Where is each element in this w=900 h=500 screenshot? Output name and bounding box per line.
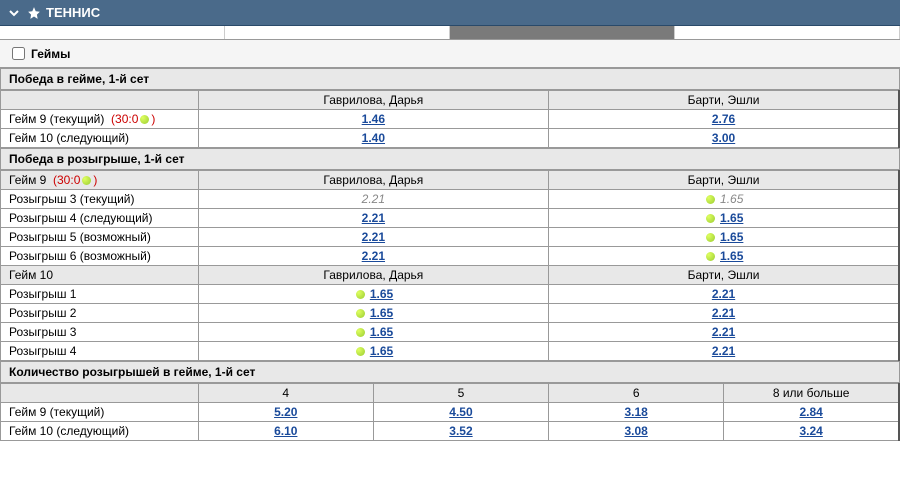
group-header: Гейм 10: [1, 266, 199, 285]
table-header-row: Гейм 9 (30:0) Гаврилова, Дарья Барти, Эш…: [1, 171, 900, 190]
odd-cell[interactable]: 1.65: [198, 304, 548, 323]
col-header: 5: [373, 384, 548, 403]
odd-cell[interactable]: 1.65: [549, 209, 899, 228]
odd-cell[interactable]: 1.46: [198, 110, 548, 129]
tab-2[interactable]: [225, 26, 450, 39]
table-row: Гейм 10 (следующий) 1.40 3.00: [1, 129, 900, 148]
sport-header-bar: ТЕННИС: [0, 0, 900, 26]
odd-cell[interactable]: 3.24: [724, 422, 899, 441]
table-header-row: 4 5 6 8 или больше: [1, 384, 900, 403]
odd-cell[interactable]: 3.52: [373, 422, 548, 441]
tennis-ball-icon: [356, 347, 365, 356]
group-header: Гейм 9 (30:0): [1, 171, 199, 190]
market1-title: Победа в гейме, 1-й сет: [0, 68, 900, 90]
odd-cell[interactable]: 4.50: [373, 403, 548, 422]
odd-cell[interactable]: 2.21: [198, 247, 548, 266]
category-label: Геймы: [31, 47, 70, 61]
odd-cell-locked: 2.21: [198, 190, 548, 209]
odd-cell[interactable]: 2.21: [549, 304, 899, 323]
chevron-down-icon[interactable]: [6, 5, 22, 21]
sport-title: ТЕННИС: [46, 5, 100, 20]
player1-header: Гаврилова, Дарья: [198, 171, 548, 190]
col-header: 6: [549, 384, 724, 403]
tab-3[interactable]: [450, 26, 675, 39]
table-row: Розыгрыш 3 1.65 2.21: [1, 323, 900, 342]
category-checkbox[interactable]: [12, 47, 25, 60]
odd-cell[interactable]: 1.65: [549, 247, 899, 266]
odd-cell[interactable]: 2.21: [549, 342, 899, 361]
row-label: Розыгрыш 6 (возможный): [1, 247, 199, 266]
market1-table: Гаврилова, Дарья Барти, Эшли Гейм 9 (тек…: [0, 90, 900, 148]
row-label: Гейм 9 (текущий) (30:0): [1, 110, 199, 129]
odd-cell[interactable]: 1.65: [198, 342, 548, 361]
table-header-row: Гейм 10 Гаврилова, Дарья Барти, Эшли: [1, 266, 900, 285]
odd-cell-locked: 1.65: [549, 190, 899, 209]
row-label: Розыгрыш 3 (текущий): [1, 190, 199, 209]
tennis-ball-icon: [356, 290, 365, 299]
row-label: Розыгрыш 4: [1, 342, 199, 361]
market3-title: Количество розыгрышей в гейме, 1-й сет: [0, 361, 900, 383]
category-row: Геймы: [0, 40, 900, 68]
table-header-row: Гаврилова, Дарья Барти, Эшли: [1, 91, 900, 110]
row-label: Розыгрыш 2: [1, 304, 199, 323]
row-label: Розыгрыш 5 (возможный): [1, 228, 199, 247]
tabs-row: [0, 26, 900, 40]
table-row: Гейм 9 (текущий) (30:0) 1.46 2.76: [1, 110, 900, 129]
table-row: Розыгрыш 1 1.65 2.21: [1, 285, 900, 304]
table-row: Розыгрыш 2 1.65 2.21: [1, 304, 900, 323]
tennis-ball-icon: [82, 176, 91, 185]
row-label: Розыгрыш 4 (следующий): [1, 209, 199, 228]
odd-cell[interactable]: 2.76: [549, 110, 899, 129]
odd-cell[interactable]: 1.65: [198, 285, 548, 304]
player2-header: Барти, Эшли: [549, 91, 899, 110]
tennis-ball-icon: [140, 115, 149, 124]
odd-cell[interactable]: 3.00: [549, 129, 899, 148]
row-label: Гейм 10 (следующий): [1, 129, 199, 148]
table-row: Розыгрыш 6 (возможный) 2.21 1.65: [1, 247, 900, 266]
odd-cell[interactable]: 2.21: [198, 228, 548, 247]
odd-cell[interactable]: 3.08: [549, 422, 724, 441]
table-row: Гейм 10 (следующий) 6.10 3.52 3.08 3.24: [1, 422, 900, 441]
odd-cell[interactable]: 1.65: [549, 228, 899, 247]
row-label: Розыгрыш 1: [1, 285, 199, 304]
odd-cell[interactable]: 1.40: [198, 129, 548, 148]
table-row: Розыгрыш 4 1.65 2.21: [1, 342, 900, 361]
odd-cell[interactable]: 2.21: [549, 285, 899, 304]
tab-4[interactable]: [675, 26, 900, 39]
tennis-ball-icon: [706, 195, 715, 204]
odd-cell[interactable]: 6.10: [198, 422, 373, 441]
tennis-ball-icon: [706, 252, 715, 261]
tab-1[interactable]: [0, 26, 225, 39]
table-row: Розыгрыш 3 (текущий) 2.21 1.65: [1, 190, 900, 209]
player1-header: Гаврилова, Дарья: [198, 91, 548, 110]
col-header: 8 или больше: [724, 384, 899, 403]
odd-cell[interactable]: 2.21: [198, 209, 548, 228]
player2-header: Барти, Эшли: [549, 171, 899, 190]
player1-header: Гаврилова, Дарья: [198, 266, 548, 285]
odd-cell[interactable]: 5.20: [198, 403, 373, 422]
tennis-ball-icon: [706, 214, 715, 223]
row-label: Гейм 10 (следующий): [1, 422, 199, 441]
col-header: 4: [198, 384, 373, 403]
tennis-ball-icon: [706, 233, 715, 242]
odd-cell[interactable]: 3.18: [549, 403, 724, 422]
star-icon[interactable]: [26, 5, 42, 21]
row-label: Гейм 9 (текущий): [1, 403, 199, 422]
market3-table: 4 5 6 8 или больше Гейм 9 (текущий) 5.20…: [0, 383, 900, 441]
market2-table: Гейм 9 (30:0) Гаврилова, Дарья Барти, Эш…: [0, 170, 900, 361]
market2-title: Победа в розыгрыше, 1-й сет: [0, 148, 900, 170]
tennis-ball-icon: [356, 328, 365, 337]
row-label: Розыгрыш 3: [1, 323, 199, 342]
tennis-ball-icon: [356, 309, 365, 318]
table-row: Розыгрыш 5 (возможный) 2.21 1.65: [1, 228, 900, 247]
player2-header: Барти, Эшли: [549, 266, 899, 285]
odd-cell[interactable]: 1.65: [198, 323, 548, 342]
odd-cell[interactable]: 2.21: [549, 323, 899, 342]
odd-cell[interactable]: 2.84: [724, 403, 899, 422]
table-row: Розыгрыш 4 (следующий) 2.21 1.65: [1, 209, 900, 228]
table-row: Гейм 9 (текущий) 5.20 4.50 3.18 2.84: [1, 403, 900, 422]
